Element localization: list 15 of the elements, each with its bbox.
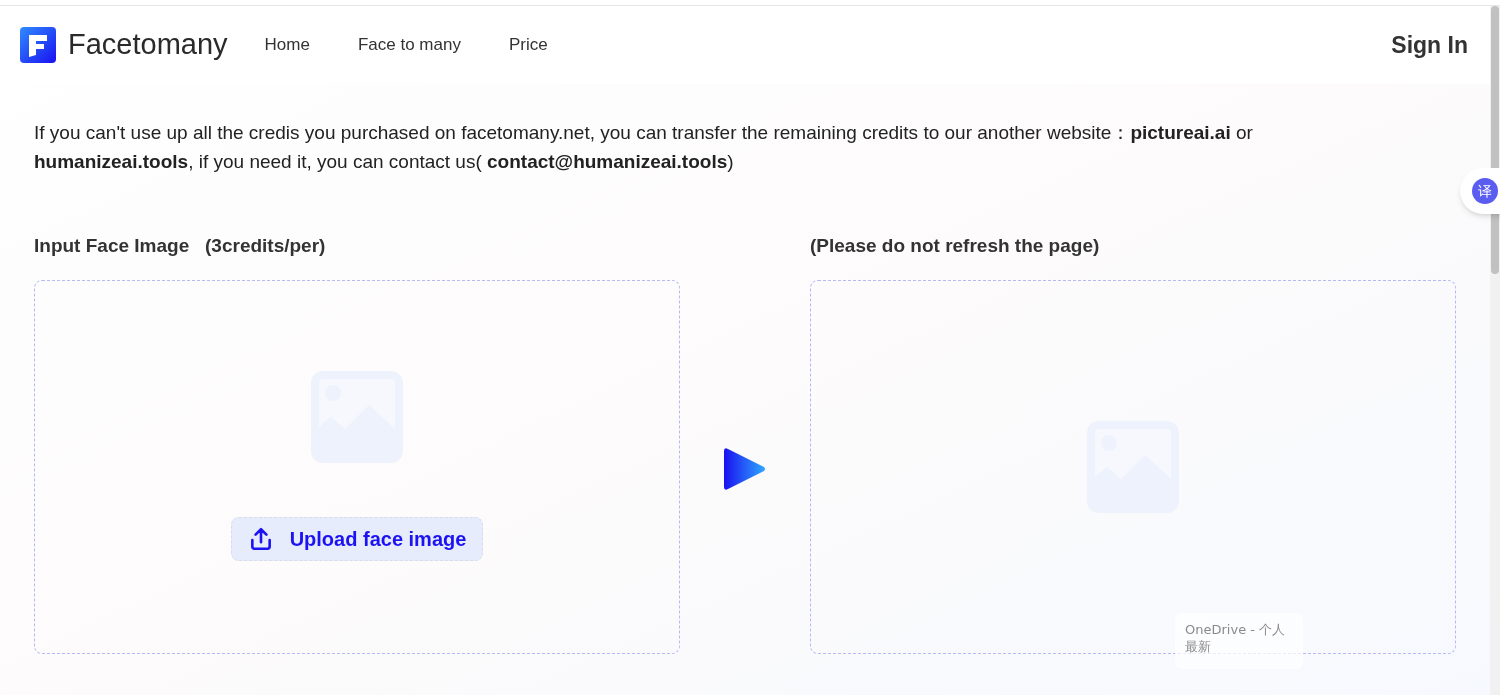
upload-button[interactable]: Upload face image	[230, 517, 484, 561]
translate-icon: 译	[1472, 178, 1498, 204]
section-title: (Please do not refresh the page)	[810, 234, 1101, 258]
upload-area[interactable]: Upload face image	[34, 280, 680, 654]
nav-link[interactable]: Face to many	[346, 32, 472, 58]
toast-title: OneDrive - 个人	[1185, 621, 1287, 638]
section-title: Input Face Image (3credits/per)	[34, 234, 327, 258]
nav-link[interactable]: Home	[253, 32, 321, 58]
play-arrow-icon[interactable]	[722, 447, 766, 491]
toast-subtitle: 最新	[1185, 638, 1212, 655]
sign-in-link[interactable]: Sign In	[1391, 27, 1468, 63]
brand-name: Facetomany	[68, 27, 228, 63]
credits-notice: If you can't use up all the credis you purchased on facetomany.net, you can transfer the remaining credits to our another website：pictureai.ai or humanizeai.tools, if you need it, you can contact us( contact@humanizeai.tools)	[34, 121, 1254, 174]
logo-icon	[20, 27, 56, 63]
nav-link[interactable]: Price	[497, 32, 559, 58]
